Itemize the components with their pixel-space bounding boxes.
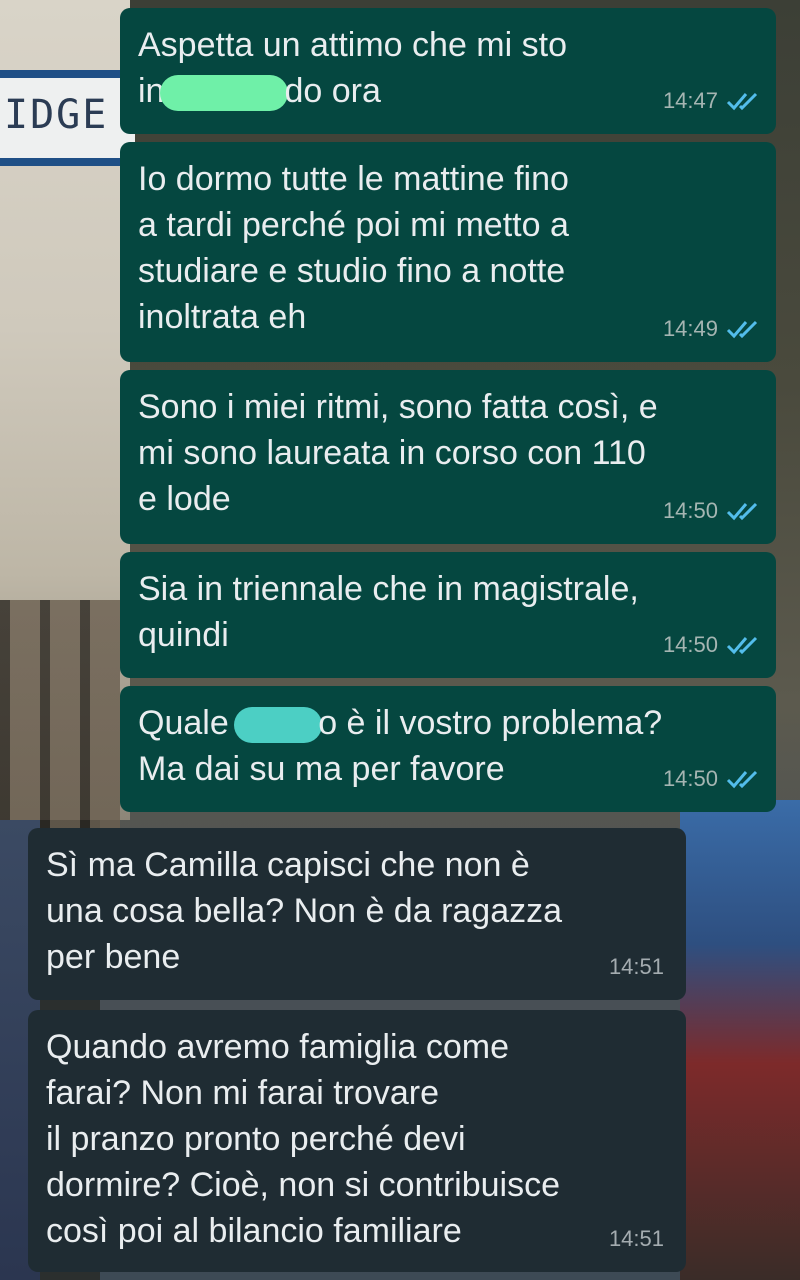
read-receipt-icon (726, 502, 758, 521)
read-receipt-icon (726, 770, 758, 789)
message-bubble-outgoing[interactable]: Quale o è il vostro problema? Ma dai su … (120, 686, 776, 812)
redaction-mark (234, 707, 323, 744)
message-time: 14:50 (662, 632, 718, 657)
message-meta: 14:51 (609, 944, 664, 990)
message-bubble-incoming[interactable]: Quando avremo famiglia come farai? Non m… (28, 1010, 686, 1272)
message-bubble-outgoing[interactable]: Sia in triennale che in magistrale, quin… (120, 552, 776, 678)
message-time: 14:51 (608, 954, 664, 979)
message-bubble-outgoing[interactable]: Aspetta un attimo che mi sto in do ora 14… (120, 8, 776, 134)
message-text: Sì ma Camilla capisci che non è una cosa… (46, 846, 563, 976)
message-time: 14:50 (662, 498, 718, 523)
message-meta: 14:50 (663, 488, 760, 534)
message-bubble-incoming[interactable]: Sì ma Camilla capisci che non è una cosa… (28, 828, 686, 1000)
message-time: 14:50 (662, 766, 718, 791)
message-meta: 14:51 (609, 1216, 664, 1262)
message-meta: 14:50 (663, 756, 760, 802)
message-text: Quando avremo famiglia come farai? Non m… (46, 1028, 561, 1250)
message-bubble-outgoing[interactable]: Io dormo tutte le mattine fino a tardi p… (120, 142, 776, 362)
message-bubble-outgoing[interactable]: Sono i miei ritmi, sono fatta così, e mi… (120, 370, 776, 544)
message-time: 14:51 (608, 1226, 664, 1251)
message-meta: 14:49 (663, 306, 760, 352)
redaction-mark (160, 75, 289, 112)
message-meta: 14:50 (663, 622, 760, 668)
read-receipt-icon (726, 320, 758, 339)
message-meta: 14:47 (663, 78, 760, 124)
read-receipt-icon (726, 92, 758, 111)
read-receipt-icon (726, 636, 758, 655)
message-time: 14:49 (662, 316, 718, 341)
message-time: 14:47 (662, 88, 718, 113)
chat-message-list[interactable]: Aspetta un attimo che mi sto in do ora 14… (0, 0, 800, 1280)
